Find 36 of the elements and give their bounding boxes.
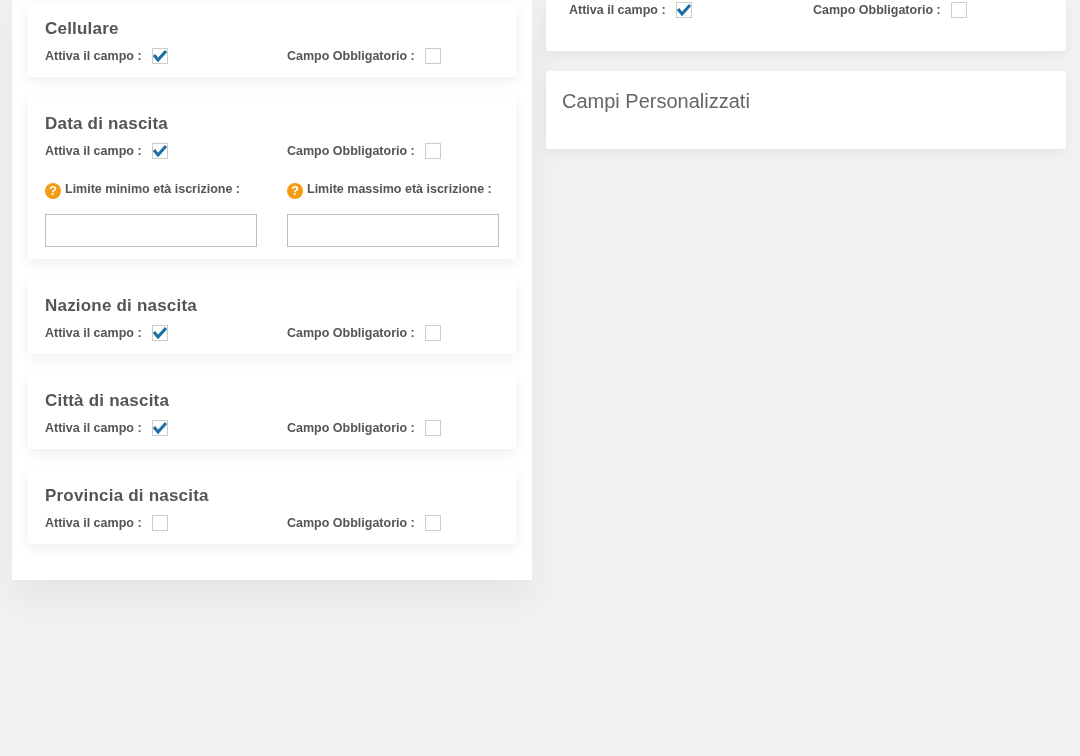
field-title: Provincia di nascita bbox=[45, 486, 210, 506]
checkbox[interactable] bbox=[424, 48, 441, 64]
help-icon[interactable]: ? bbox=[45, 183, 61, 199]
checkbox[interactable] bbox=[151, 48, 168, 64]
checkbox-label: Attiva il campo : bbox=[45, 49, 142, 63]
checkbox-label: Attiva il campo : bbox=[45, 421, 142, 435]
checkbox-label: Campo Obbligatorio : bbox=[287, 326, 415, 340]
checkbox-label: Campo Obbligatorio : bbox=[287, 49, 415, 63]
limit-label: ? Limite massimo età iscrizione : bbox=[287, 180, 499, 216]
limit-label: ? Limite minimo età iscrizione : bbox=[45, 180, 257, 216]
checkbox[interactable] bbox=[675, 2, 692, 18]
checkbox-label: Campo Obbligatorio : bbox=[287, 421, 415, 435]
input-field[interactable] bbox=[287, 214, 499, 247]
field-title: Data di nascita bbox=[45, 114, 169, 134]
checkbox-label: Attiva il campo : bbox=[569, 3, 666, 17]
section-title: Campi Personalizzati bbox=[562, 90, 751, 113]
checkbox-label: Campo Obbligatorio : bbox=[287, 144, 415, 158]
input-field[interactable] bbox=[45, 214, 257, 247]
checkbox-label: Campo Obbligatorio : bbox=[287, 516, 415, 530]
checkbox[interactable] bbox=[151, 325, 168, 341]
checkbox-label: Campo Obbligatorio : bbox=[813, 3, 941, 17]
checkbox[interactable] bbox=[151, 420, 168, 436]
checkbox[interactable] bbox=[424, 515, 441, 531]
checkbox[interactable] bbox=[151, 143, 168, 159]
checkbox[interactable] bbox=[424, 325, 441, 341]
checkbox-label: Attiva il campo : bbox=[45, 516, 142, 530]
field-title: Città di nascita bbox=[45, 391, 171, 411]
checkbox[interactable] bbox=[424, 420, 441, 436]
checkbox-label: Attiva il campo : bbox=[45, 144, 142, 158]
checkbox[interactable] bbox=[424, 143, 441, 159]
help-icon[interactable]: ? bbox=[287, 183, 303, 199]
field-title: Nazione di nascita bbox=[45, 296, 198, 316]
checkbox[interactable] bbox=[151, 515, 168, 531]
field-title: Cellulare bbox=[45, 19, 120, 39]
checkbox[interactable] bbox=[950, 2, 967, 18]
checkbox-label: Attiva il campo : bbox=[45, 326, 142, 340]
